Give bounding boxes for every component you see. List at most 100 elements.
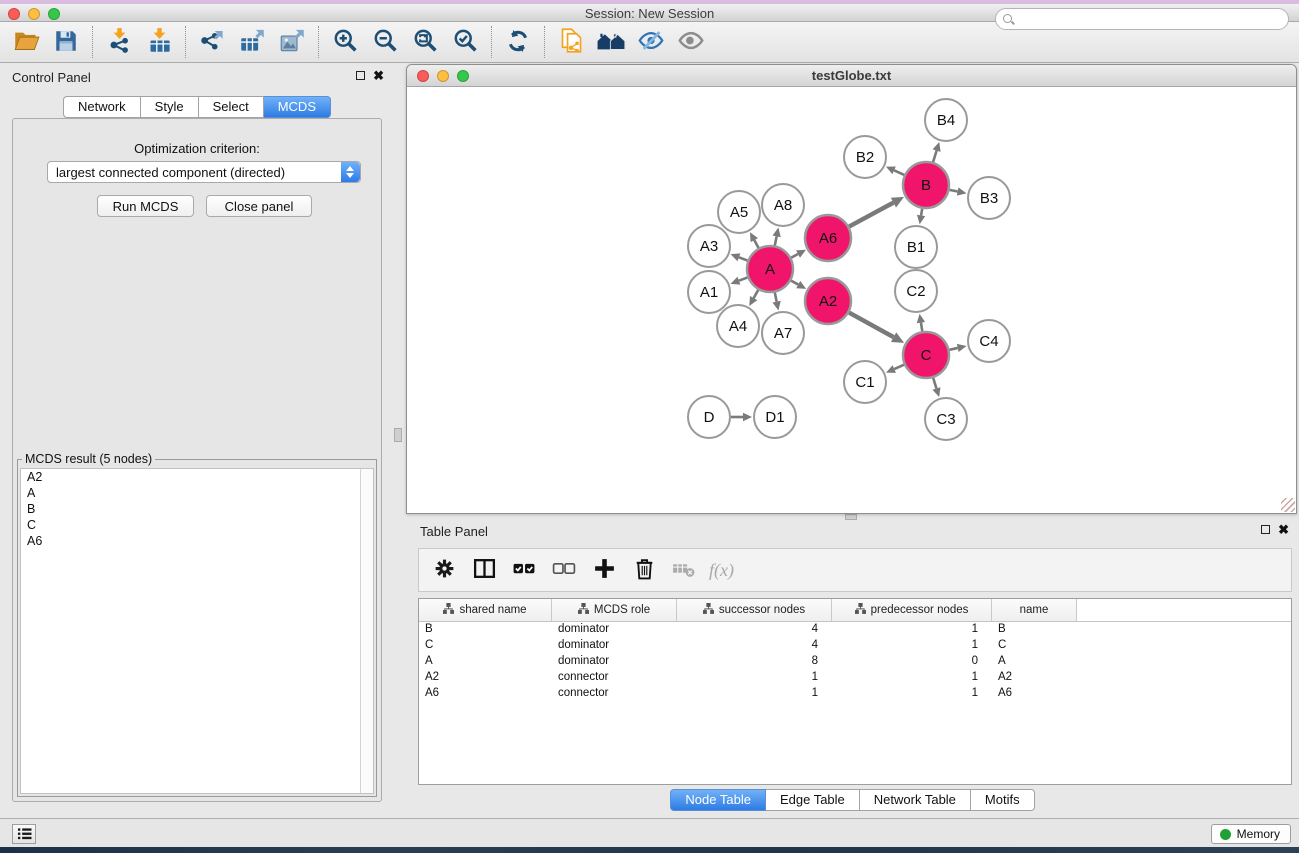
unselect-all-checkboxes-button[interactable] bbox=[549, 555, 579, 585]
table-row[interactable]: Cdominator41C bbox=[419, 638, 1291, 654]
graph-node-C4[interactable]: C4 bbox=[968, 320, 1010, 362]
tab-network-table[interactable]: Network Table bbox=[860, 789, 971, 811]
graph-node-A7[interactable]: A7 bbox=[762, 312, 804, 354]
table-cell[interactable]: dominator bbox=[552, 638, 677, 654]
graph-node-B4[interactable]: B4 bbox=[925, 99, 967, 141]
graph-node-C[interactable]: C bbox=[903, 332, 949, 378]
table-close-panel-icon[interactable]: ✖ bbox=[1278, 524, 1289, 535]
save-session-button[interactable] bbox=[46, 24, 86, 60]
split-columns-button[interactable] bbox=[469, 555, 499, 585]
table-cell[interactable]: dominator bbox=[552, 622, 677, 638]
zoom-fit-button[interactable] bbox=[405, 24, 445, 60]
table-cell[interactable]: 4 bbox=[677, 638, 832, 654]
graph-node-C1[interactable]: C1 bbox=[844, 361, 886, 403]
graph-node-A[interactable]: A bbox=[747, 246, 793, 292]
zoom-out-button[interactable] bbox=[365, 24, 405, 60]
column-header-predecessor-nodes[interactable]: predecessor nodes bbox=[832, 599, 992, 621]
zoom-in-button[interactable] bbox=[325, 24, 365, 60]
tab-motifs[interactable]: Motifs bbox=[971, 789, 1035, 811]
graph-edge-C-C4[interactable] bbox=[949, 344, 966, 352]
table-cell[interactable]: C bbox=[419, 638, 552, 654]
visibility-off-button[interactable] bbox=[631, 24, 671, 60]
search-field[interactable] bbox=[995, 8, 1289, 30]
graph-edge-C-C2[interactable] bbox=[917, 314, 925, 332]
delete-column-button[interactable] bbox=[629, 555, 659, 585]
window-resize-grip-icon[interactable] bbox=[1281, 498, 1295, 512]
graph-node-A2[interactable]: A2 bbox=[805, 278, 851, 324]
table-cell[interactable]: dominator bbox=[552, 654, 677, 670]
delete-table-button[interactable] bbox=[669, 555, 699, 585]
graph-node-A6[interactable]: A6 bbox=[805, 215, 851, 261]
column-header-name[interactable]: name bbox=[992, 599, 1077, 621]
graph-edge-C-C3[interactable] bbox=[932, 378, 940, 397]
add-column-button[interactable] bbox=[589, 555, 619, 585]
graph-node-A1[interactable]: A1 bbox=[688, 271, 730, 313]
graph-node-B[interactable]: B bbox=[903, 162, 949, 208]
search-input[interactable] bbox=[1018, 10, 1282, 28]
table-cell[interactable]: 1 bbox=[677, 686, 832, 702]
export-table-button[interactable] bbox=[232, 24, 272, 60]
graph-node-A3[interactable]: A3 bbox=[688, 225, 730, 267]
graph-node-C2[interactable]: C2 bbox=[895, 270, 937, 312]
table-cell[interactable]: 1 bbox=[832, 622, 992, 638]
column-header-successor-nodes[interactable]: successor nodes bbox=[677, 599, 832, 621]
graph-node-D[interactable]: D bbox=[688, 396, 730, 438]
table-row[interactable]: Bdominator41B bbox=[419, 622, 1291, 638]
table-cell[interactable]: A6 bbox=[419, 686, 552, 702]
graph-node-B1[interactable]: B1 bbox=[895, 226, 937, 268]
table-row[interactable]: A2connector11A2 bbox=[419, 670, 1291, 686]
tab-edge-table[interactable]: Edge Table bbox=[766, 789, 860, 811]
export-image-button[interactable] bbox=[272, 24, 312, 60]
vertical-splitter-handle[interactable] bbox=[394, 428, 402, 442]
table-cell[interactable]: A6 bbox=[992, 686, 1077, 702]
criterion-dropdown[interactable]: largest connected component (directed) bbox=[47, 161, 361, 183]
close-panel-icon[interactable]: ✖ bbox=[373, 70, 384, 81]
visibility-button[interactable] bbox=[671, 24, 711, 60]
graph-node-A5[interactable]: A5 bbox=[718, 191, 760, 233]
table-float-panel-icon[interactable] bbox=[1261, 525, 1270, 534]
table-cell[interactable]: 1 bbox=[832, 638, 992, 654]
select-all-checkboxes-button[interactable] bbox=[509, 555, 539, 585]
graph-edge-A-A8[interactable] bbox=[773, 228, 781, 246]
refresh-layout-button[interactable] bbox=[498, 24, 538, 60]
graph-edge-B-B2[interactable] bbox=[886, 167, 904, 175]
node-table[interactable]: shared nameMCDS rolesuccessor nodesprede… bbox=[418, 598, 1292, 785]
column-header-shared-name[interactable]: shared name bbox=[419, 599, 552, 621]
graph-edge-A-A3[interactable] bbox=[731, 253, 748, 261]
tab-node-table[interactable]: Node Table bbox=[670, 789, 766, 811]
table-cell[interactable]: 4 bbox=[677, 622, 832, 638]
network-file-button[interactable] bbox=[551, 24, 591, 60]
table-cell[interactable]: 1 bbox=[832, 686, 992, 702]
mcds-result-item[interactable]: C bbox=[21, 517, 373, 533]
home-button[interactable] bbox=[591, 24, 631, 60]
graph-edge-D-D1[interactable] bbox=[731, 413, 752, 421]
table-cell[interactable]: 8 bbox=[677, 654, 832, 670]
table-cell[interactable]: A2 bbox=[419, 670, 552, 686]
open-session-button[interactable] bbox=[6, 24, 46, 60]
graph-node-B2[interactable]: B2 bbox=[844, 136, 886, 178]
graph-node-A4[interactable]: A4 bbox=[717, 305, 759, 347]
graph-edge-A-A5[interactable] bbox=[750, 232, 759, 248]
float-panel-icon[interactable] bbox=[356, 71, 365, 80]
table-cell[interactable]: A bbox=[992, 654, 1077, 670]
settings-gear-button[interactable] bbox=[429, 555, 459, 585]
import-table-button[interactable] bbox=[139, 24, 179, 60]
network-window-titlebar[interactable]: testGlobe.txt bbox=[407, 65, 1296, 87]
table-cell[interactable]: 1 bbox=[677, 670, 832, 686]
mcds-result-item[interactable]: A6 bbox=[21, 533, 373, 549]
close-panel-button[interactable]: Close panel bbox=[206, 195, 312, 217]
graph-edge-C-C1[interactable] bbox=[886, 365, 904, 373]
table-cell[interactable]: A2 bbox=[992, 670, 1077, 686]
table-row[interactable]: A6connector11A6 bbox=[419, 686, 1291, 702]
run-mcds-button[interactable]: Run MCDS bbox=[97, 195, 194, 217]
zoom-selected-button[interactable] bbox=[445, 24, 485, 60]
tab-network[interactable]: Network bbox=[63, 96, 141, 118]
graph-edge-A-A7[interactable] bbox=[773, 293, 781, 311]
table-cell[interactable]: 0 bbox=[832, 654, 992, 670]
tab-mcds[interactable]: MCDS bbox=[264, 96, 331, 118]
graph-node-A8[interactable]: A8 bbox=[762, 184, 804, 226]
memory-button[interactable]: Memory bbox=[1211, 824, 1291, 844]
mcds-result-item[interactable]: A2 bbox=[21, 469, 373, 485]
table-cell[interactable]: connector bbox=[552, 670, 677, 686]
tab-select[interactable]: Select bbox=[199, 96, 264, 118]
